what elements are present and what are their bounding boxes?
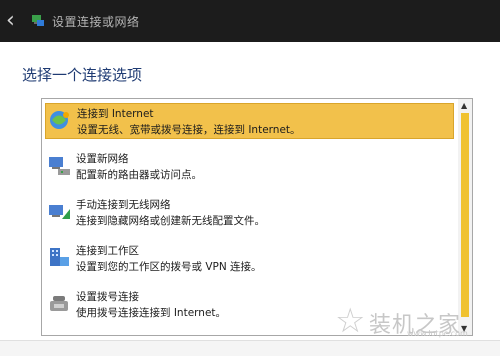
vertical-scrollbar[interactable]: ▲ ▼ xyxy=(458,99,472,335)
back-button[interactable]: ‹ xyxy=(6,10,26,32)
option-description: 配置新的路由器或访问点。 xyxy=(76,169,202,181)
dialog-footer xyxy=(0,340,500,356)
option-title: 手动连接到无线网络 xyxy=(76,199,171,211)
watermark-url: www.lotpc.com xyxy=(407,329,468,338)
window-title: 设置连接或网络 xyxy=(52,15,140,29)
option-new-network[interactable]: 设置新网络 配置新的路由器或访问点。 xyxy=(45,149,454,185)
connection-options-list[interactable]: 连接到 Internet 设置无线、宽带或拨号连接，连接到 Internet。 … xyxy=(41,98,473,336)
option-title: 设置拨号连接 xyxy=(76,291,139,303)
network-setup-icon xyxy=(32,15,44,26)
option-title: 设置新网络 xyxy=(76,153,129,165)
dialup-phone-icon xyxy=(50,296,68,311)
internet-globe-icon xyxy=(50,111,69,129)
option-description: 使用拨号连接连接到 Internet。 xyxy=(76,307,227,319)
option-title: 连接到工作区 xyxy=(76,245,139,257)
option-workplace[interactable]: 连接到工作区 设置到您的工作区的拨号或 VPN 连接。 xyxy=(45,241,454,277)
title-bar: ‹ 设置连接或网络 xyxy=(0,0,500,42)
new-network-icon xyxy=(49,157,70,175)
star-logo-icon: ☆ xyxy=(335,301,366,341)
option-description: 连接到隐藏网络或创建新无线配置文件。 xyxy=(76,215,265,227)
option-connect-internet[interactable]: 连接到 Internet 设置无线、宽带或拨号连接，连接到 Internet。 xyxy=(45,103,454,139)
option-manual-wireless[interactable]: 手动连接到无线网络 连接到隐藏网络或创建新无线配置文件。 xyxy=(45,195,454,231)
dialog-heading: 选择一个连接选项 xyxy=(22,66,143,84)
scroll-thumb[interactable] xyxy=(461,113,469,317)
option-title: 连接到 Internet xyxy=(77,108,154,120)
option-description: 设置无线、宽带或拨号连接，连接到 Internet。 xyxy=(77,124,301,136)
watermark: ☆ 装机之家 www.lotpc.com xyxy=(335,301,490,341)
wireless-network-icon xyxy=(49,205,70,219)
workplace-icon xyxy=(50,248,69,266)
option-description: 设置到您的工作区的拨号或 VPN 连接。 xyxy=(76,261,262,273)
scroll-up-icon[interactable]: ▲ xyxy=(461,101,467,110)
